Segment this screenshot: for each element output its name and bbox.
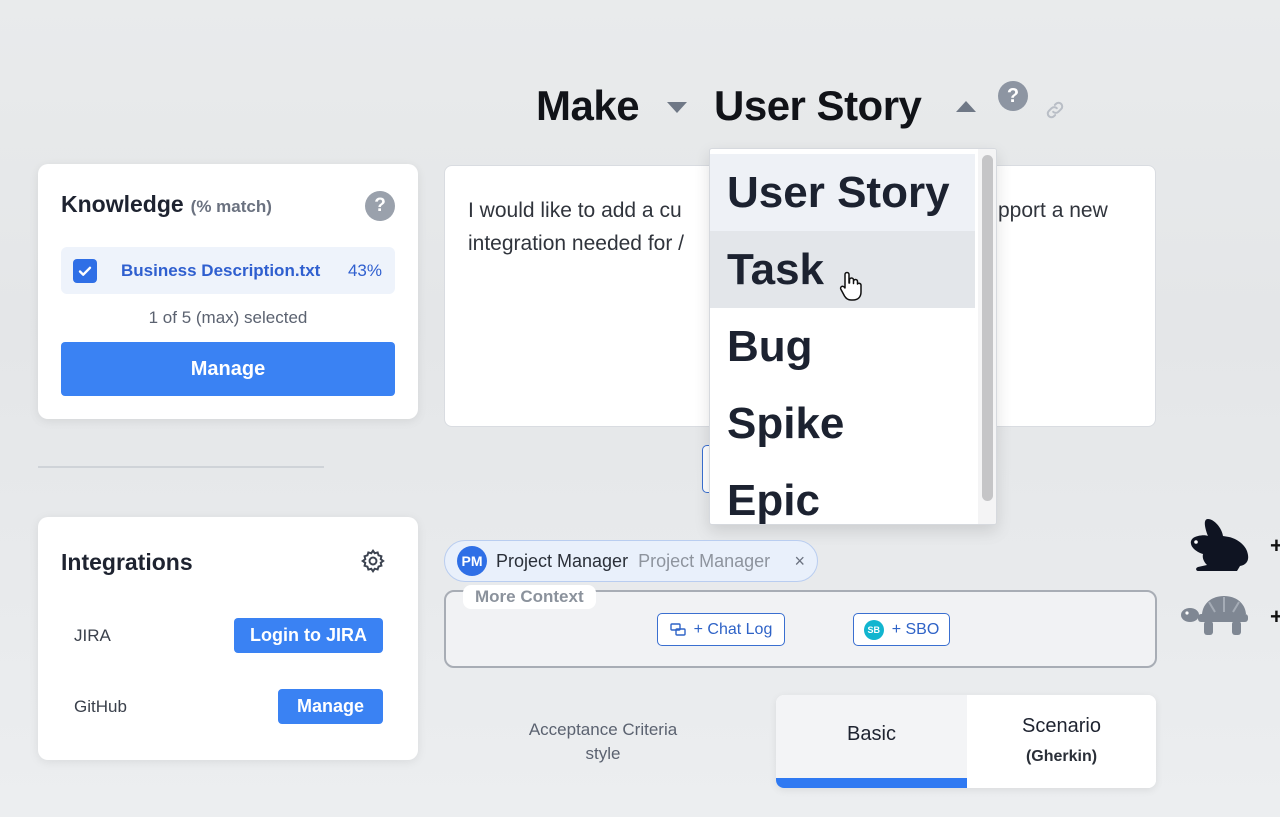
hand-pointer-cursor-icon <box>838 270 864 302</box>
make-label: Make <box>536 82 640 129</box>
make-dropdown-caret-icon[interactable] <box>667 102 687 113</box>
option-scenario-sublabel: (Gherkin) <box>1025 748 1098 765</box>
option-scenario-label: Scenario <box>1022 715 1101 737</box>
integrations-card: Integrations JIRA Login to JIRA GitHub M… <box>38 517 418 760</box>
dropdown-scrollbar[interactable] <box>978 149 996 524</box>
dropdown-item-bug[interactable]: Bug <box>710 308 975 385</box>
slow-plus[interactable]: + <box>1270 604 1280 630</box>
acceptance-label-line2: style <box>585 744 621 763</box>
knowledge-file-row[interactable]: Business Description.txt 43% <box>61 247 395 294</box>
login-jira-button[interactable]: Login to JIRA <box>234 618 383 653</box>
dropdown-scrollbar-thumb[interactable] <box>982 155 993 501</box>
option-scenario[interactable]: Scenario (Gherkin) <box>967 695 1156 788</box>
knowledge-manage-button[interactable]: Manage <box>61 342 395 396</box>
acceptance-label-line1: Acceptance Criteria <box>528 720 678 739</box>
prompt-line-1-end: pport a new <box>998 199 1108 222</box>
persona-role: Project Manager <box>638 550 771 571</box>
sidebar-divider <box>38 466 324 468</box>
jira-label: JIRA <box>74 626 111 645</box>
option-basic-active-bar <box>776 778 967 788</box>
knowledge-help-icon[interactable]: ? <box>365 191 395 221</box>
turtle-slow-icon[interactable] <box>1180 594 1254 638</box>
item-type-selector[interactable]: User Story <box>714 82 922 130</box>
link-icon[interactable] <box>1044 99 1066 121</box>
github-manage-button[interactable]: Manage <box>278 689 383 724</box>
persona-avatar: PM <box>457 546 487 576</box>
dropdown-item-spike[interactable]: Spike <box>710 385 975 462</box>
fast-plus[interactable]: + <box>1270 533 1280 559</box>
file-match-percent: 43% <box>347 260 382 280</box>
knowledge-card: Knowledge (% match) ? Business Descripti… <box>38 164 418 419</box>
add-chat-log-button[interactable]: + Chat Log <box>657 613 785 646</box>
prompt-line-2: integration needed for / <box>468 232 684 255</box>
rabbit-fast-icon[interactable] <box>1180 516 1254 574</box>
acceptance-criteria-label: Acceptance Criteria style <box>502 718 704 766</box>
integrations-title: Integrations <box>61 549 193 575</box>
chat-icon <box>669 622 686 636</box>
knowledge-subtitle: (% match) <box>190 197 272 216</box>
sbo-badge-icon: SB <box>863 619 884 640</box>
dropdown-item-epic[interactable]: Epic <box>710 462 975 525</box>
prompt-line-1-start: I would like to add a cu <box>468 199 682 222</box>
persona-remove-icon[interactable]: × <box>794 551 805 572</box>
more-context-label: More Context <box>463 585 596 609</box>
chat-log-label: + Chat Log <box>693 620 773 638</box>
item-type-dropdown-menu: User Story Task Bug Spike Epic <box>709 148 997 525</box>
acceptance-style-toggle: Basic Scenario (Gherkin) <box>776 695 1156 788</box>
add-sbo-button[interactable]: SB + SBO <box>853 613 950 646</box>
option-basic-label: Basic <box>847 723 896 745</box>
selection-count: 1 of 5 (max) selected <box>148 308 308 327</box>
file-name[interactable]: Business Description.txt <box>121 261 320 281</box>
github-label: GitHub <box>74 697 127 716</box>
file-checkbox[interactable] <box>73 258 97 283</box>
integrations-settings-gear-icon[interactable] <box>360 548 386 574</box>
option-basic[interactable]: Basic <box>776 695 967 788</box>
header-help-icon[interactable]: ? <box>998 81 1028 111</box>
persona-name: Project Manager <box>496 550 629 571</box>
persona-chip[interactable]: PM Project Manager Project Manager × <box>444 540 818 582</box>
knowledge-title: Knowledge <box>61 191 184 217</box>
dropdown-item-user-story[interactable]: User Story <box>710 154 975 231</box>
sbo-label: + SBO <box>891 620 940 638</box>
item-type-caret-up-icon[interactable] <box>956 101 976 112</box>
